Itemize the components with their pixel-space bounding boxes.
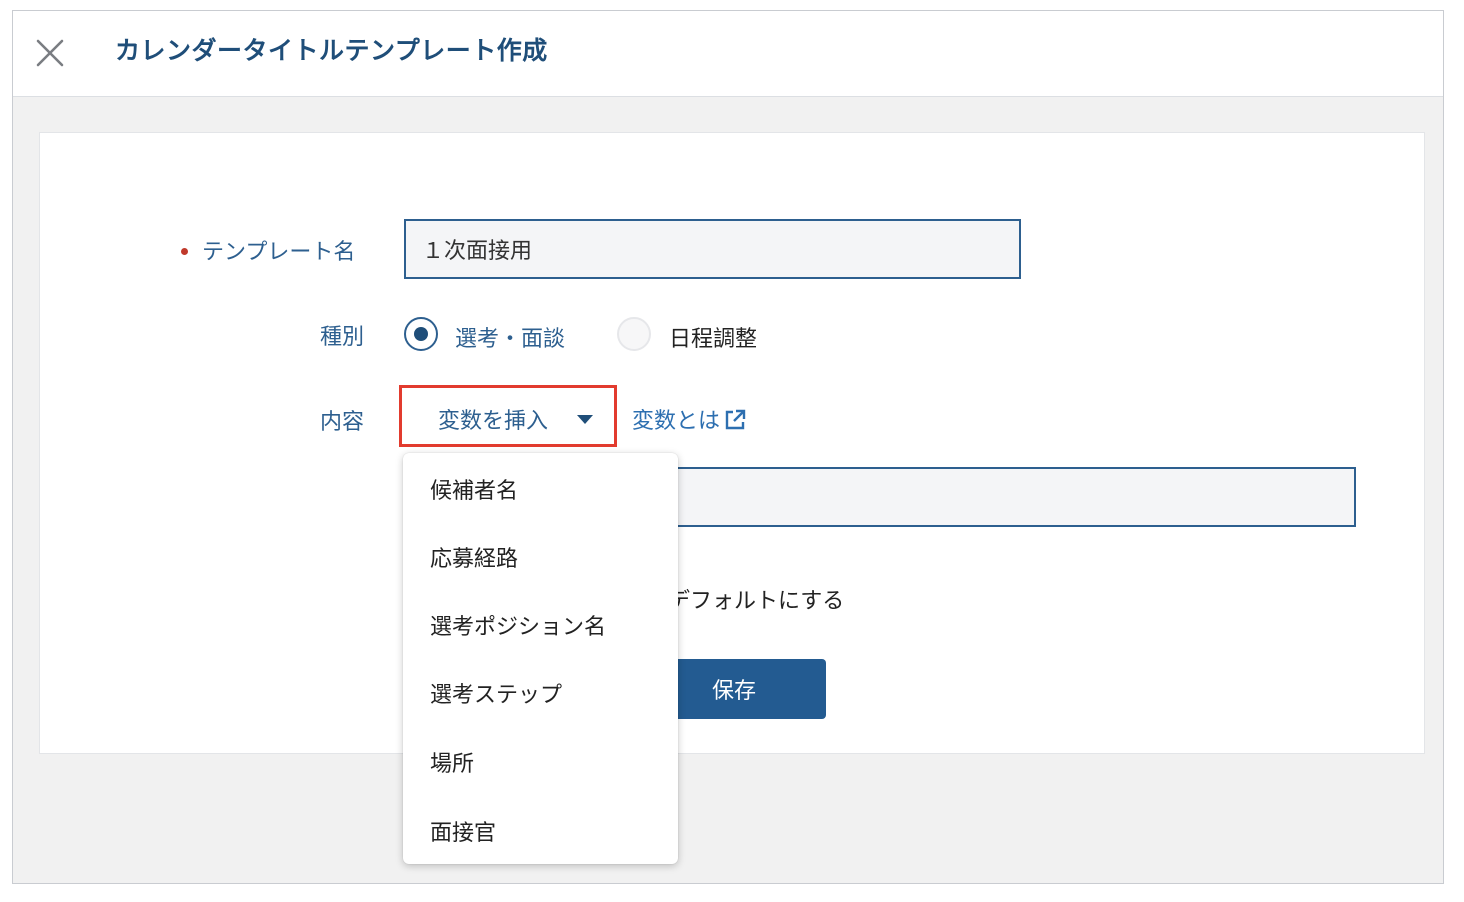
radio-label-schedule-adjustment[interactable]: 日程調整 [669, 321, 757, 353]
variable-item-application-channel[interactable]: 応募経路 [430, 541, 518, 573]
dialog-title: カレンダータイトルテンプレート作成 [115, 36, 548, 65]
variable-item-position-name[interactable]: 選考ポジション名 [430, 609, 606, 641]
insert-variable-button[interactable]: 変数を挿入 [399, 385, 617, 447]
save-button[interactable]: 保存 [670, 659, 826, 719]
required-indicator [181, 248, 188, 255]
radio-selection-interview[interactable] [404, 317, 438, 351]
type-label: 種別 [320, 325, 365, 350]
template-name-label: テンプレート名 [202, 240, 356, 265]
radio-label-selection-interview[interactable]: 選考・面談 [455, 321, 565, 353]
variable-item-selection-step[interactable]: 選考ステップ [430, 677, 562, 709]
form-card: テンプレート名 種別 選考・面談 日程調整 内容 変数を挿入 変数とは デフォル… [39, 132, 1425, 754]
content-label: 内容 [320, 410, 365, 435]
variables-help-link[interactable]: 変数とは [632, 403, 747, 435]
dialog-header: カレンダータイトルテンプレート作成 [13, 11, 1443, 97]
radio-schedule-adjustment[interactable] [617, 317, 651, 351]
variable-item-candidate-name[interactable]: 候補者名 [430, 473, 518, 505]
close-icon[interactable] [35, 38, 65, 68]
template-dialog: カレンダータイトルテンプレート作成 テンプレート名 種別 選考・面談 日程調整 … [12, 10, 1444, 884]
default-checkbox-label[interactable]: デフォルトにする [668, 583, 844, 615]
variable-item-location[interactable]: 場所 [430, 746, 474, 778]
close-button[interactable] [35, 38, 65, 68]
variable-item-interviewer[interactable]: 面接官 [430, 815, 496, 847]
caret-down-icon [577, 415, 593, 424]
variables-dropdown: 候補者名 応募経路 選考ポジション名 選考ステップ 場所 面接官 [403, 453, 678, 864]
template-name-input[interactable] [404, 219, 1021, 279]
insert-variable-label: 変数を挿入 [438, 409, 549, 434]
external-link-icon[interactable] [723, 408, 747, 432]
variables-help-link-label[interactable]: 変数とは [632, 409, 720, 434]
